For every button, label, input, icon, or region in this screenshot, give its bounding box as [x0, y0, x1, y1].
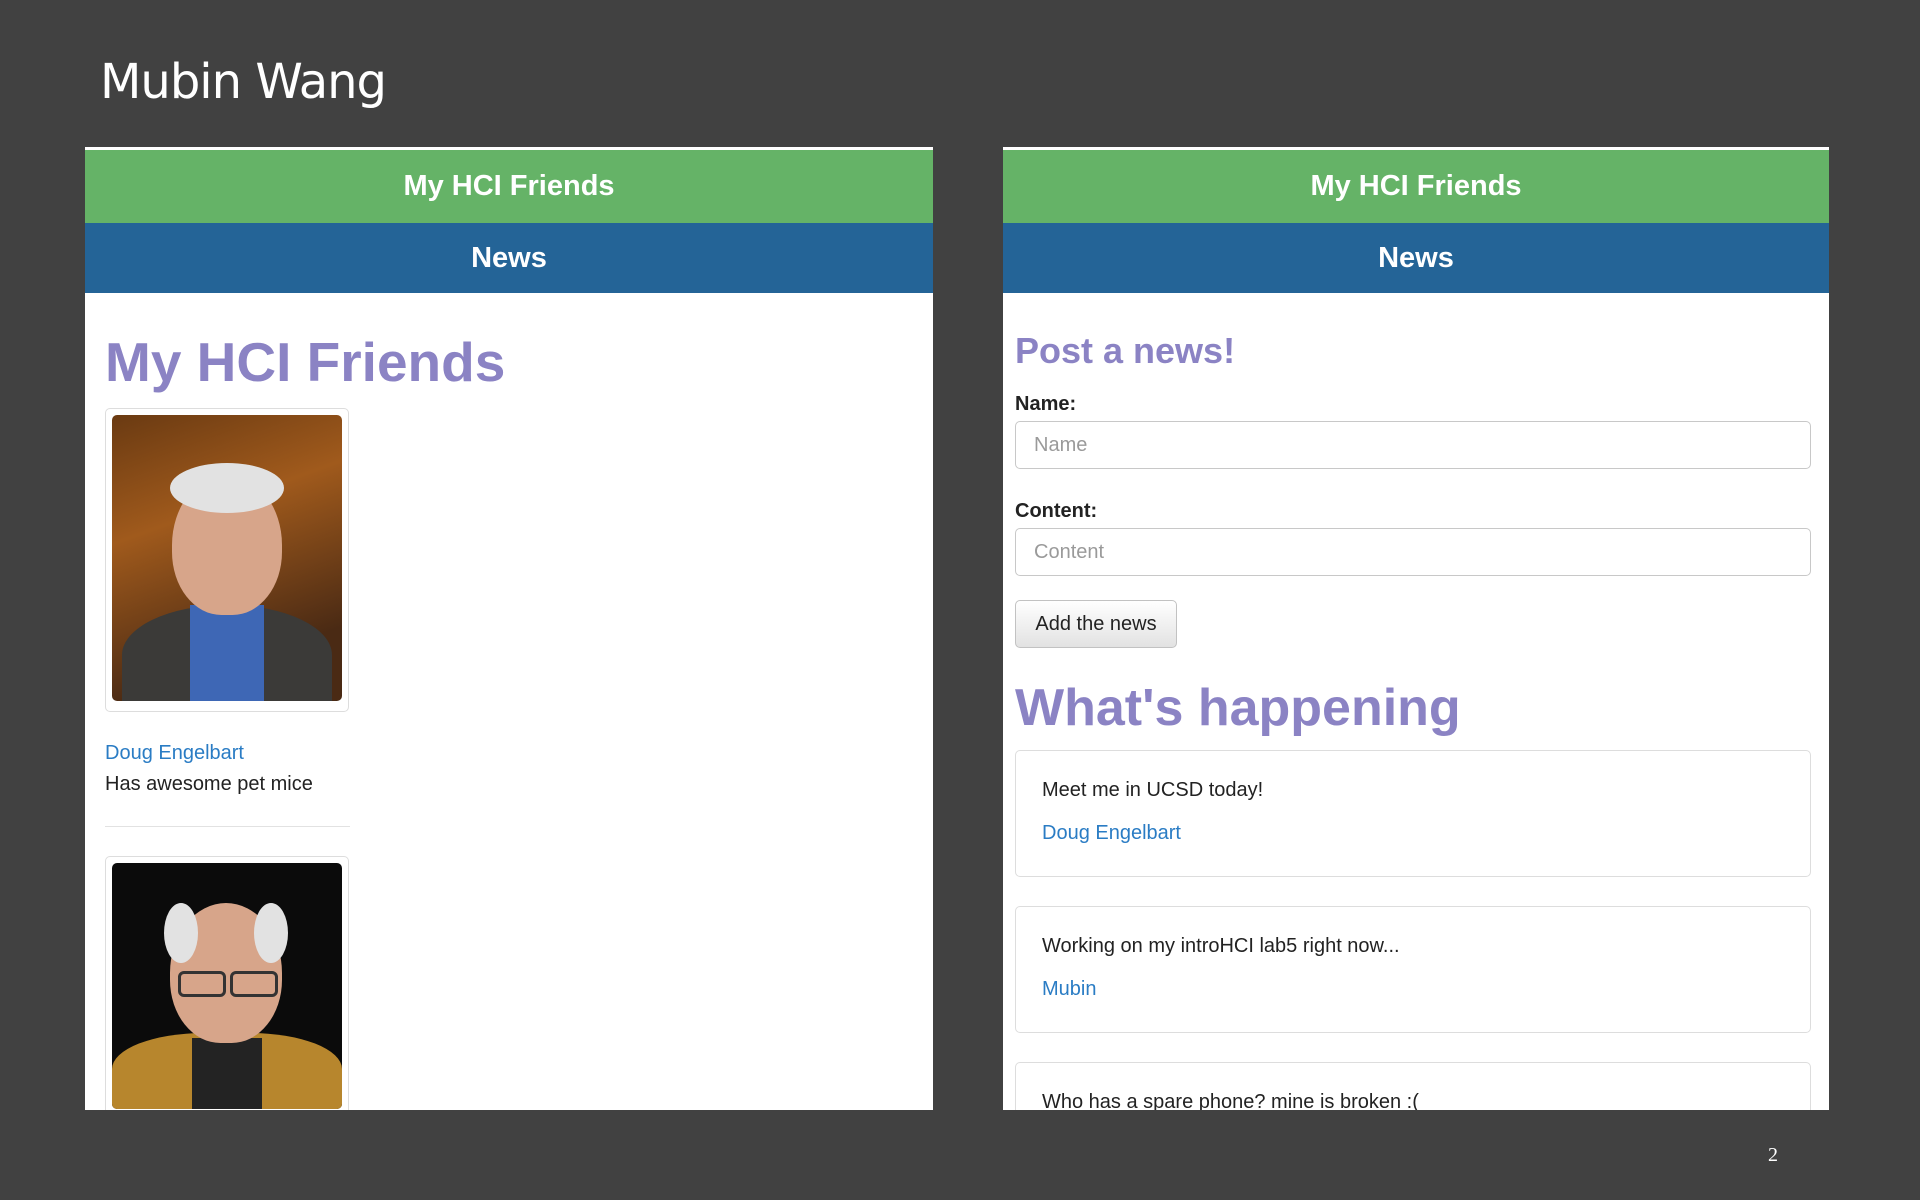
slide-number: 2: [1768, 1144, 1778, 1166]
news-page-screenshot: My HCI Friends News Post a news! Name: C…: [1003, 147, 1829, 1110]
content-input[interactable]: [1015, 528, 1811, 576]
news-nav-link[interactable]: News: [1003, 223, 1829, 293]
app-header[interactable]: My HCI Friends: [1003, 150, 1829, 223]
name-input[interactable]: [1015, 421, 1811, 469]
news-content: Meet me in UCSD today!: [1042, 779, 1264, 801]
news-author-link[interactable]: Doug Engelbart: [1042, 822, 1784, 845]
news-card: Working on my introHCI lab5 right now...…: [1015, 906, 1811, 1033]
friend-divider: [105, 826, 350, 827]
friend-card: [105, 856, 349, 1110]
news-author-link[interactable]: Mubin: [1042, 978, 1784, 1001]
news-card: Meet me in UCSD today! Doug Engelbart: [1015, 750, 1811, 877]
friend-photo-frame: [105, 856, 349, 1110]
news-content: Who has a spare phone? mine is broken :(: [1042, 1091, 1419, 1110]
friend-photo-frame: [105, 408, 349, 712]
add-news-button[interactable]: Add the news: [1015, 600, 1177, 648]
friend-name-link[interactable]: Doug Engelbart: [105, 742, 350, 765]
page-title: My HCI Friends: [105, 331, 506, 393]
friend-photo[interactable]: [112, 863, 342, 1109]
slide-title: Mubin Wang: [100, 54, 387, 110]
news-content: Working on my introHCI lab5 right now...: [1042, 935, 1400, 957]
friend-photo[interactable]: [112, 415, 342, 701]
feed-heading: What's happening: [1015, 679, 1461, 737]
post-news-heading: Post a news!: [1015, 330, 1236, 371]
friends-page-screenshot: My HCI Friends News My HCI Friends Doug …: [85, 147, 933, 1110]
name-label: Name:: [1015, 393, 1077, 415]
news-card: Who has a spare phone? mine is broken :(: [1015, 1062, 1811, 1110]
news-nav-link[interactable]: News: [85, 223, 933, 293]
friend-card: Doug Engelbart Has awesome pet mice: [105, 408, 350, 827]
content-label: Content:: [1015, 500, 1098, 522]
app-header[interactable]: My HCI Friends: [85, 150, 933, 223]
friend-description: Has awesome pet mice: [105, 773, 313, 795]
